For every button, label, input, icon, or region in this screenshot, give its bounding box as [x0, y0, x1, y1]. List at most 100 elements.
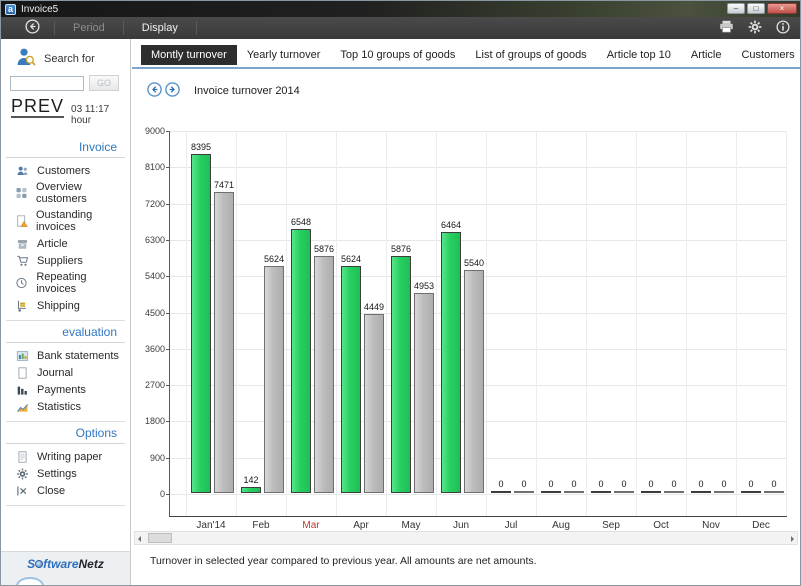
- section-title-evaluation: evaluation: [6, 321, 125, 343]
- bar-previous-year-dec: [764, 491, 784, 493]
- month-group-dec: 00Dec: [736, 130, 786, 493]
- y-tick: [166, 276, 170, 277]
- y-tick: [166, 494, 170, 495]
- sidebar-item-label: Payments: [37, 384, 86, 396]
- y-tick-label: 900: [134, 453, 165, 463]
- sidebar-item-journal[interactable]: Journal: [6, 364, 125, 381]
- tab-bar: Montly turnoverYearly turnoverTop 10 gro…: [141, 45, 800, 65]
- sidebar-item-label: Statistics: [37, 401, 81, 413]
- info-button[interactable]: [776, 20, 790, 37]
- softwarenetz-logo: SftwareNetz: [1, 557, 130, 571]
- y-tick-label: 8100: [134, 162, 165, 172]
- document-warning-icon: [15, 215, 28, 228]
- month-group-aug: 00Aug: [536, 130, 586, 493]
- circle-arrow-left-icon: [147, 82, 162, 100]
- sidebar-item-writing-paper[interactable]: Writing paper: [6, 448, 125, 465]
- tab-article[interactable]: Article: [681, 45, 732, 65]
- y-tick-label: 5400: [134, 271, 165, 281]
- bar-previous-year-jan-14: [214, 192, 234, 493]
- sidebar-item-label: Oustanding invoices: [36, 209, 125, 233]
- tab-list-of-groups-of-goods[interactable]: List of groups of goods: [465, 45, 596, 65]
- sidebar-item-label: Bank statements: [37, 350, 119, 362]
- search-label: Search for: [44, 53, 95, 65]
- window-title: Invoice5: [21, 4, 58, 15]
- toolbar-separator: [54, 21, 55, 35]
- sidebar-item-statistics[interactable]: Statistics: [6, 398, 125, 415]
- bar-previous-year-apr: [364, 314, 384, 493]
- sidebar-item-repeating-invoices[interactable]: Repeating invoices: [6, 269, 125, 297]
- sidebar: Search for GO PREV 03 11:17 hour Invoice…: [1, 39, 131, 585]
- prev-label: PREV: [11, 96, 64, 117]
- scroll-left-arrow[interactable]: [135, 532, 147, 544]
- sidebar-item-overview-customers[interactable]: Overview customers: [6, 179, 125, 207]
- search-go-button[interactable]: GO: [89, 75, 119, 91]
- sidebar-item-label: Customers: [37, 165, 90, 177]
- sidebar-item-payments[interactable]: Payments: [6, 381, 125, 398]
- sidebar-item-shipping[interactable]: Shipping: [6, 297, 125, 314]
- menu-period[interactable]: Period: [67, 20, 111, 36]
- sidebar-item-oustanding-invoices[interactable]: Oustanding invoices: [6, 207, 125, 235]
- clock-icon: [15, 277, 28, 290]
- settings-icon: [748, 20, 762, 37]
- menu-display[interactable]: Display: [136, 20, 184, 36]
- chart-title: Invoice turnover 2014: [194, 85, 300, 97]
- tab-top-10-groups-of-goods[interactable]: Top 10 groups of goods: [330, 45, 465, 65]
- search-input[interactable]: [10, 76, 84, 91]
- y-tick: [166, 131, 170, 132]
- bar-selected-year-2014-aug: [541, 491, 561, 493]
- bar-selected-year-2014-may: [391, 256, 411, 493]
- prev-datetime: 03 11:17 hour: [71, 104, 130, 126]
- turnover-chart: 0900180027003600450054006300720081009000…: [169, 131, 787, 517]
- bar-previous-year-may: [414, 293, 434, 493]
- sidebar-item-label: Suppliers: [37, 255, 83, 267]
- prev-year-button[interactable]: [147, 82, 162, 100]
- y-tick: [166, 421, 170, 422]
- next-year-button[interactable]: [165, 82, 180, 100]
- tabs-underline: [132, 67, 800, 69]
- scroll-right-arrow[interactable]: [785, 532, 797, 544]
- scrollbar-thumb[interactable]: [148, 533, 172, 543]
- tab-customers[interactable]: Customers: [731, 45, 801, 65]
- bar-chart-icon: [15, 383, 29, 396]
- sidebar-footer: SftwareNetz: [1, 551, 130, 585]
- toolbar-separator: [123, 21, 124, 35]
- maximize-button[interactable]: □: [747, 3, 765, 14]
- y-tick: [166, 167, 170, 168]
- tab-article-top-10[interactable]: Article top 10: [597, 45, 681, 65]
- gear-icon: [15, 467, 29, 480]
- paper-icon: [15, 450, 29, 463]
- app-window: a Invoice5 – □ × Period Display Search f…: [0, 0, 801, 586]
- tab-montly-turnover[interactable]: Montly turnover: [141, 45, 237, 65]
- horizontal-scrollbar[interactable]: [134, 531, 798, 545]
- bar-previous-year-feb: [264, 266, 284, 493]
- sidebar-item-article[interactable]: Article: [6, 235, 125, 252]
- app-icon: a: [5, 4, 16, 15]
- sidebar-item-close[interactable]: Close: [6, 482, 125, 499]
- main-panel: Montly turnoverYearly turnoverTop 10 gro…: [132, 39, 800, 585]
- print-icon: [719, 20, 734, 36]
- month-group-jun: 64645540Jun: [436, 130, 486, 493]
- minimize-button[interactable]: –: [727, 3, 745, 14]
- sidebar-item-customers[interactable]: Customers: [6, 162, 125, 179]
- back-button[interactable]: [25, 20, 42, 37]
- sidebar-item-label: Journal: [37, 367, 73, 379]
- sidebar-item-bank-statements[interactable]: Bank statements: [6, 347, 125, 364]
- y-tick: [166, 349, 170, 350]
- y-tick-label: 1800: [134, 416, 165, 426]
- close-button[interactable]: ×: [767, 3, 797, 14]
- y-tick: [166, 204, 170, 205]
- sidebar-item-suppliers[interactable]: Suppliers: [6, 252, 125, 269]
- sidebar-item-label: Settings: [37, 468, 77, 480]
- sidebar-section-options: OptionsWriting paperSettingsClose: [6, 422, 125, 506]
- y-tick: [166, 240, 170, 241]
- stats-chart-icon: [15, 400, 29, 413]
- month-group-mar: 65485876Mar: [286, 130, 336, 493]
- tab-yearly-turnover[interactable]: Yearly turnover: [237, 45, 331, 65]
- print-button[interactable]: [719, 20, 734, 36]
- settings-button[interactable]: [748, 20, 762, 37]
- sidebar-item-settings[interactable]: Settings: [6, 465, 125, 482]
- globe-graphic: [16, 577, 44, 585]
- bar-value-label: 0: [757, 479, 791, 489]
- gridline: [786, 131, 787, 516]
- y-tick-label: 9000: [134, 126, 165, 136]
